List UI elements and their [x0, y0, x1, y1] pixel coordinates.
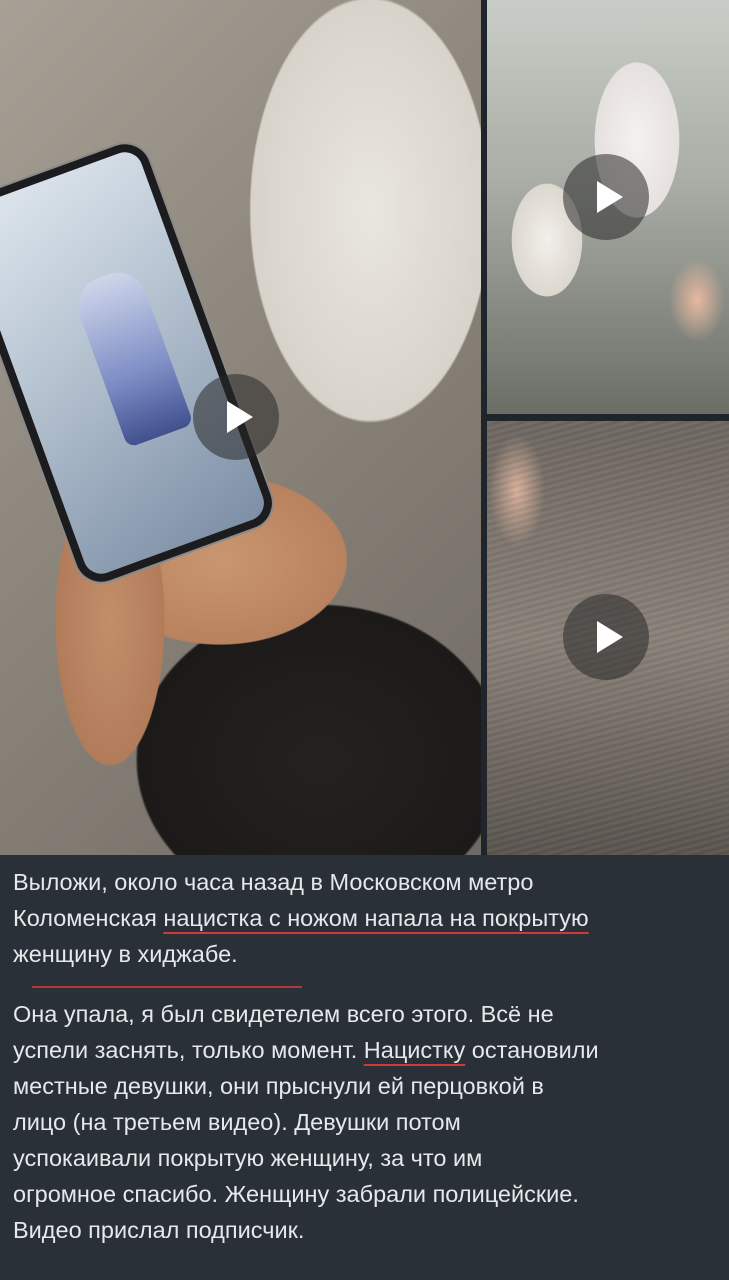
phone-in-hand-image — [0, 137, 280, 589]
caption-line: местные девушки, они прыснули ей перцовк… — [13, 1073, 544, 1099]
caption-line: Выложи, около часа назад в Московском ме… — [13, 869, 534, 895]
play-icon[interactable] — [563, 594, 649, 680]
underlined-text: Нацистку — [363, 1037, 466, 1063]
caption-line: Она упала, я был свидетелем всего этого.… — [13, 1001, 554, 1027]
post-caption: Выложи, около часа назад в Московском ме… — [13, 864, 715, 1248]
phone-screen-figure — [69, 264, 194, 449]
caption-line: Коломенская — [13, 905, 164, 931]
media-album — [0, 0, 729, 855]
caption-line: лицо (на третьем видео). Девушки потом — [13, 1109, 461, 1135]
caption-line: огромное спасибо. Женщину забрали полице… — [13, 1181, 579, 1207]
caption-paragraph-1: Выложи, около часа назад в Московском ме… — [13, 864, 715, 972]
caption-line: остановили — [465, 1037, 599, 1063]
underlined-text: нацистка с ножом напала на покрытую — [163, 905, 589, 931]
caption-line: успели заснять, только момент. — [13, 1037, 364, 1063]
caption-line: женщину в хиджабе. — [13, 941, 238, 967]
caption-line: успокаивали покрытую женщину, за что им — [13, 1145, 483, 1171]
red-annotation-line — [32, 986, 302, 988]
caption-paragraph-2: Она упала, я был свидетелем всего этого.… — [13, 996, 715, 1248]
play-icon[interactable] — [563, 154, 649, 240]
play-icon[interactable] — [193, 374, 279, 460]
caption-line: Видео прислал подписчик. — [13, 1217, 305, 1243]
